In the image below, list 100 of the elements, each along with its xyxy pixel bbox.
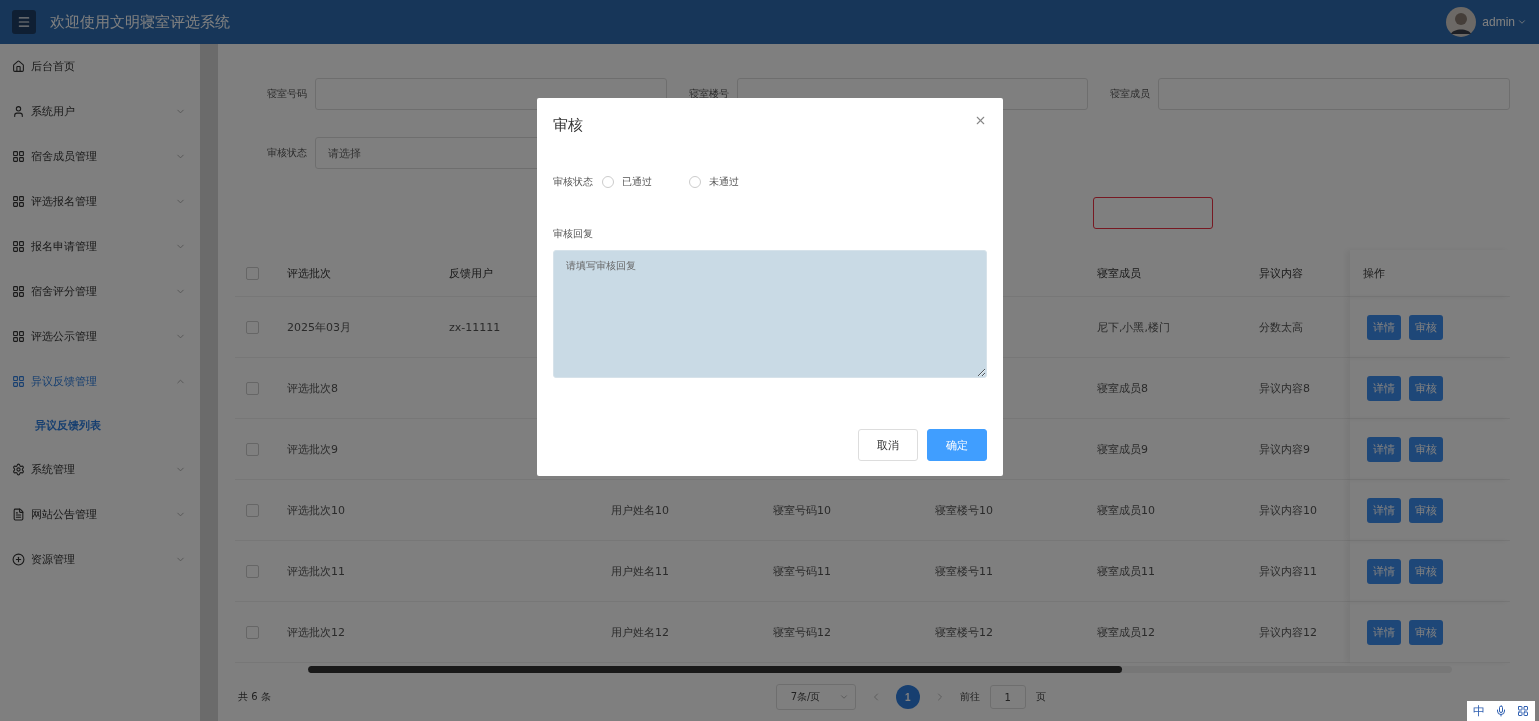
grid-icon — [12, 150, 25, 163]
table-cell: 寝室成员10 — [1080, 480, 1242, 541]
table-cell: 异议内容12 — [1242, 602, 1350, 663]
sidebar-subitem[interactable]: 异议反馈列表 — [0, 404, 200, 447]
table-cell: 寝室成员9 — [1080, 419, 1242, 480]
grid-icon — [12, 375, 25, 388]
page-size-select[interactable]: 7条/页 — [775, 684, 856, 711]
review-button[interactable]: 审核 — [1409, 619, 1443, 645]
sidebar-item[interactable]: 系统用户 — [0, 89, 200, 134]
microphone-icon[interactable] — [1495, 705, 1507, 717]
confirm-button[interactable]: 确定 — [927, 429, 987, 461]
table-cell: 用户姓名10 — [594, 480, 756, 541]
sidebar-item[interactable]: 系统管理 — [0, 447, 200, 492]
checkbox[interactable] — [246, 320, 259, 334]
filter-label: 寝室号码 — [267, 87, 307, 101]
table-cell: 寝室成员8 — [1080, 358, 1242, 419]
column-header: 异议内容 — [1242, 250, 1350, 297]
detail-button[interactable]: 详情 — [1367, 314, 1401, 340]
checkbox[interactable] — [246, 503, 259, 517]
table-cell: 寝室成员12 — [1080, 602, 1242, 663]
table-cell: 用户姓名11 — [594, 541, 756, 602]
table-cell: 评选批次12 — [270, 602, 432, 663]
table-cell: 寝室楼号10 — [918, 480, 1080, 541]
grid-icon — [12, 285, 25, 298]
table-cell: 异议内容8 — [1242, 358, 1350, 419]
table-cell: 评选批次11 — [270, 541, 432, 602]
filter-label: 审核状态 — [267, 146, 307, 160]
table-cell: 异议内容11 — [1242, 541, 1350, 602]
table-cell: 寝室成员11 — [1080, 541, 1242, 602]
table-cell: 尼下,小黑,楼门 — [1080, 297, 1242, 358]
detail-button[interactable]: 详情 — [1367, 558, 1401, 584]
sidebar-item[interactable]: 异议反馈管理 — [0, 359, 200, 404]
table-cell: 2025年03月 — [270, 297, 432, 358]
table-cell: 评选批次8 — [270, 358, 432, 419]
review-button[interactable]: 审核 — [1409, 497, 1443, 523]
status-label: 审核状态 — [553, 175, 593, 189]
cancel-button[interactable]: 取消 — [858, 429, 918, 461]
table-cell: 评选批次9 — [270, 419, 432, 480]
grid-icon — [12, 240, 25, 253]
user-icon — [12, 105, 25, 118]
table-cell: 用户姓名12 — [594, 602, 756, 663]
review-button[interactable]: 审核 — [1409, 314, 1443, 340]
detail-button[interactable]: 详情 — [1367, 619, 1401, 645]
radio-label: 已通过 — [622, 175, 652, 189]
detail-button[interactable]: 详情 — [1367, 497, 1401, 523]
table-cell: 分数太高 — [1242, 297, 1350, 358]
page-field[interactable]: 1 — [989, 685, 1026, 710]
sidebar-item[interactable]: 评选公示管理 — [0, 314, 200, 359]
sidebar-item[interactable]: 资源管理 — [0, 537, 200, 582]
reply-label: 审核回复 — [553, 227, 594, 241]
user-menu[interactable]: admin — [1482, 15, 1527, 29]
radio-label: 未通过 — [709, 175, 739, 189]
table-cell: 异议内容9 — [1242, 419, 1350, 480]
detail-button[interactable]: 详情 — [1367, 436, 1401, 462]
ime-language-toggle[interactable]: 中 — [1473, 702, 1485, 720]
column-header: 评选批次 — [270, 250, 432, 297]
review-button[interactable]: 审核 — [1409, 558, 1443, 584]
goto-label: 前往 — [959, 690, 980, 705]
sidebar-item[interactable]: 评选报名管理 — [0, 179, 200, 224]
total-count: 共 6 条 — [238, 690, 271, 705]
table-cell: 寝室楼号11 — [918, 541, 1080, 602]
table-cell: 评选批次10 — [270, 480, 432, 541]
checkbox[interactable] — [246, 625, 259, 639]
menu-icon — [17, 15, 31, 29]
table-cell: 寝室号码10 — [756, 480, 918, 541]
close-icon[interactable] — [974, 114, 987, 127]
grid-icon — [12, 330, 25, 343]
table-cell: 寝室楼号12 — [918, 602, 1080, 663]
grid-icon[interactable] — [1517, 705, 1529, 717]
sidebar-item[interactable]: 宿舍评分管理 — [0, 269, 200, 314]
sidebar-item[interactable]: 报名申请管理 — [0, 224, 200, 269]
document-icon — [12, 508, 25, 521]
avatar[interactable] — [1446, 7, 1477, 37]
page-button[interactable]: 1 — [895, 685, 920, 710]
grid-icon — [12, 195, 25, 208]
detail-button[interactable]: 详情 — [1367, 375, 1401, 401]
table-cell: 异议内容10 — [1242, 480, 1350, 541]
checkbox[interactable] — [246, 266, 259, 280]
reply-field[interactable]: 请填写审核回复 — [553, 250, 987, 378]
column-header: 寝室成员 — [1080, 250, 1242, 297]
filter-label: 寝室楼号 — [688, 87, 729, 101]
review-button[interactable]: 审核 — [1409, 375, 1443, 401]
menu-button[interactable] — [12, 10, 36, 34]
table-cell: 寝室号码12 — [756, 602, 918, 663]
app-title: 欢迎使用文明寝室评选系统 — [50, 12, 230, 32]
page-suffix: 页 — [1035, 690, 1046, 705]
sidebar-item[interactable]: 宿舍成员管理 — [0, 134, 200, 179]
review-button[interactable]: 审核 — [1409, 436, 1443, 462]
checkbox[interactable] — [246, 381, 259, 395]
outlined-button[interactable] — [1092, 197, 1213, 229]
settings-icon — [12, 463, 25, 476]
home-icon — [12, 60, 25, 73]
table-cell: 寝室号码11 — [756, 541, 918, 602]
filter-label: 寝室成员 — [1110, 87, 1151, 101]
checkbox[interactable] — [246, 442, 259, 456]
plus-circle-icon — [12, 553, 25, 566]
sidebar-item[interactable]: 网站公告管理 — [0, 492, 200, 537]
checkbox[interactable] — [246, 564, 259, 578]
sidebar-item[interactable]: 后台首页 — [0, 44, 200, 89]
caret-icon — [1517, 17, 1527, 27]
